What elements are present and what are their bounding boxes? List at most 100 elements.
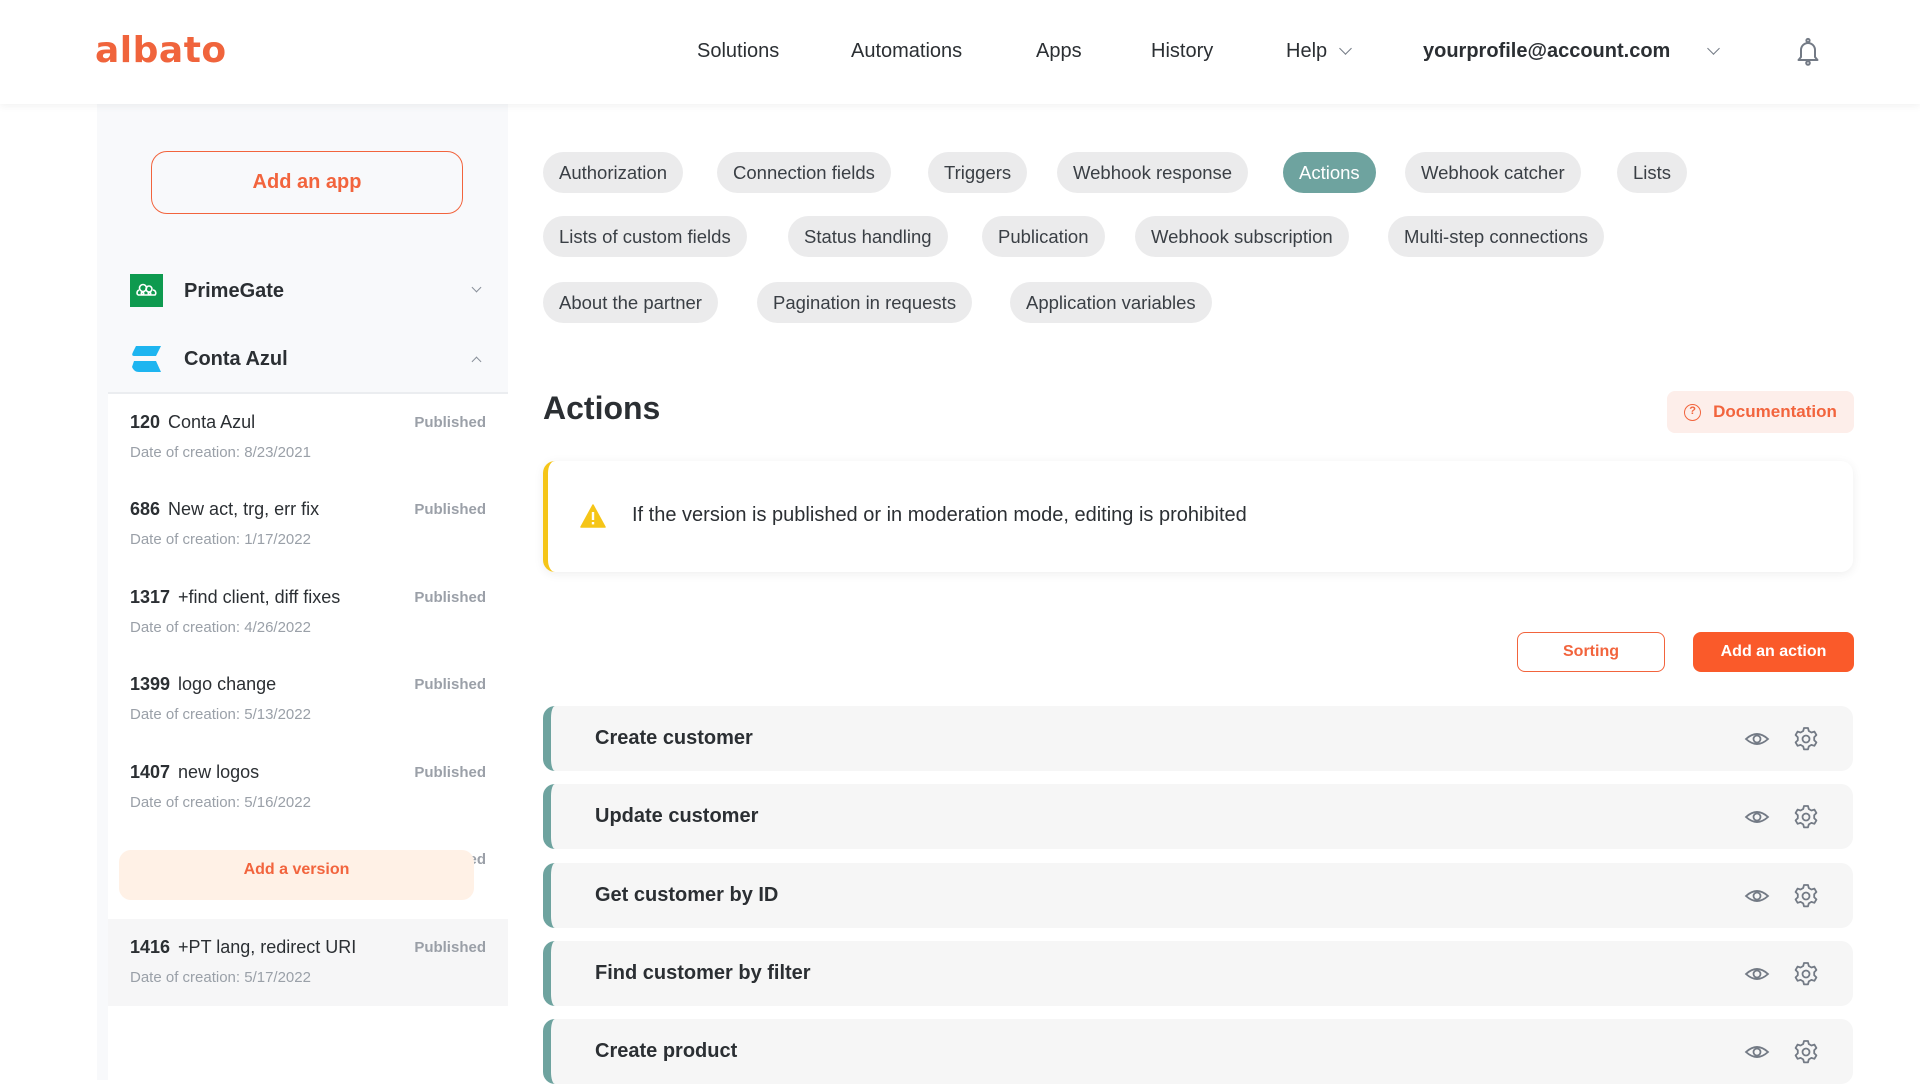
tab-authorization[interactable]: Authorization	[543, 152, 683, 193]
tab-pagination-in-requests[interactable]: Pagination in requests	[757, 282, 973, 323]
add-action-button[interactable]: Add an action	[1693, 632, 1854, 672]
eye-icon[interactable]	[1744, 726, 1770, 752]
action-row[interactable]: Create product	[543, 1019, 1853, 1084]
gear-icon[interactable]	[1793, 1039, 1819, 1065]
version-title: 1399 logo change	[130, 674, 276, 695]
action-row[interactable]: Get customer by ID	[543, 863, 1853, 928]
version-date: Date of creation: 1/17/2022	[130, 531, 311, 548]
page-title: Actions	[543, 390, 661, 426]
sidebar-app-conta-azul[interactable]: Conta Azul	[97, 334, 508, 384]
tab-actions[interactable]: Actions	[1283, 152, 1376, 193]
version-title: 120 Conta Azul	[130, 412, 255, 433]
tab-lists-of-custom-fields[interactable]: Lists of custom fields	[543, 216, 747, 257]
version-date: Date of creation: 5/13/2022	[130, 706, 311, 723]
version-name: new logos	[178, 762, 260, 782]
nav-help-label: Help	[1286, 40, 1328, 62]
chevron-down-icon[interactable]	[1707, 42, 1720, 55]
sorting-button[interactable]: Sorting	[1517, 632, 1665, 672]
chevron-up-icon[interactable]	[471, 356, 482, 367]
top-header: albato Solutions Automations Apps Histor…	[0, 0, 1920, 104]
sidebar: Add an app PrimeGate Conta Azul 120 Conta…	[97, 104, 508, 1080]
tab-webhook-response[interactable]: Webhook response	[1057, 152, 1249, 193]
add-version-button[interactable]: Add a version	[119, 850, 474, 900]
primegate-logo-icon	[130, 274, 163, 307]
nav-solutions[interactable]: Solutions	[697, 40, 779, 63]
nav-automations[interactable]: Automations	[851, 40, 962, 63]
version-name: +find client, diff fixes	[178, 587, 341, 607]
version-name: Conta Azul	[168, 412, 256, 432]
nav-apps[interactable]: Apps	[1036, 40, 1082, 63]
documentation-button[interactable]: ? Documentation	[1667, 391, 1854, 433]
tab-status-handling[interactable]: Status handling	[788, 216, 948, 257]
version-title: 1317 +find client, diff fixes	[130, 587, 340, 608]
version-title: 1416 +PT lang, redirect URI	[130, 937, 356, 958]
albato-logo[interactable]: albato	[95, 30, 227, 71]
eye-icon[interactable]	[1744, 804, 1770, 830]
bell-icon[interactable]	[1795, 37, 1821, 67]
account-email[interactable]: yourprofile@account.com	[1423, 40, 1670, 63]
gear-icon[interactable]	[1793, 883, 1819, 909]
nav-help[interactable]: Help	[1286, 40, 1353, 63]
add-app-button[interactable]: Add an app	[151, 151, 463, 214]
version-title: 686 New act, trg, err fix	[130, 499, 319, 520]
eye-icon[interactable]	[1744, 1039, 1770, 1065]
action-name: Get customer by ID	[595, 884, 779, 906]
tab-multi-step-connections[interactable]: Multi-step connections	[1388, 216, 1605, 257]
app-name: PrimeGate	[184, 279, 285, 302]
action-name: Create customer	[595, 727, 753, 749]
status-badge: Published	[414, 501, 486, 518]
version-item-selected[interactable]: 1416 +PT lang, redirect URI Date of creat…	[108, 919, 508, 1006]
action-row[interactable]: Find customer by filter	[543, 941, 1853, 1006]
warning-banner: If the version is published or in modera…	[543, 461, 1853, 572]
status-badge: Published	[414, 676, 486, 693]
status-badge: Published	[414, 939, 486, 956]
version-date: Date of creation: 5/17/2022	[130, 969, 311, 986]
tab-triggers[interactable]: Triggers	[928, 152, 1028, 193]
version-item[interactable]: 1407 new logos Date of creation: 5/16/202…	[108, 744, 508, 831]
action-row[interactable]: Create customer	[543, 706, 1853, 771]
tab-about-the-partner[interactable]: About the partner	[543, 282, 718, 323]
version-name: +PT lang, redirect URI	[178, 937, 357, 957]
gear-icon[interactable]	[1793, 726, 1819, 752]
status-badge: Published	[414, 589, 486, 606]
tab-application-variables[interactable]: Application variables	[1010, 282, 1212, 323]
status-badge: Published	[414, 764, 486, 781]
version-number: 1317	[130, 587, 171, 607]
tab-lists[interactable]: Lists	[1617, 152, 1688, 193]
version-number: 1416	[130, 937, 171, 957]
tab-publication[interactable]: Publication	[982, 216, 1105, 257]
tab-connection-fields[interactable]: Connection fields	[717, 152, 891, 193]
action-row[interactable]: Update customer	[543, 784, 1853, 849]
version-date: Date of creation: 5/16/2022	[130, 794, 311, 811]
version-item[interactable]: 1317 +find client, diff fixes Date of cre…	[108, 569, 508, 656]
version-list: 120 Conta Azul Date of creation: 8/23/202…	[108, 392, 508, 1080]
version-number: 1399	[130, 674, 171, 694]
eye-icon[interactable]	[1744, 961, 1770, 987]
status-badge: Published	[414, 414, 486, 431]
documentation-label: Documentation	[1713, 402, 1837, 421]
gear-icon[interactable]	[1793, 961, 1819, 987]
version-item[interactable]: 686 New act, trg, err fix Date of creatio…	[108, 481, 508, 568]
version-item[interactable]: 120 Conta Azul Date of creation: 8/23/202…	[108, 394, 508, 481]
version-name: New act, trg, err fix	[168, 499, 320, 519]
action-name: Create product	[595, 1040, 738, 1062]
sidebar-app-primegate[interactable]: PrimeGate	[97, 266, 508, 316]
chevron-down-icon[interactable]	[471, 282, 482, 293]
version-name: logo change	[178, 674, 277, 694]
conta-azul-logo-icon	[132, 346, 161, 372]
version-date: Date of creation: 8/23/2021	[130, 444, 311, 461]
action-name: Find customer by filter	[595, 962, 811, 984]
eye-icon[interactable]	[1744, 883, 1770, 909]
version-item[interactable]: 1399 logo change Date of creation: 5/13/2…	[108, 656, 508, 743]
gear-icon[interactable]	[1793, 804, 1819, 830]
version-number: 120	[130, 412, 161, 432]
tab-webhook-catcher[interactable]: Webhook catcher	[1405, 152, 1581, 193]
action-name: Update customer	[595, 805, 759, 827]
warning-text: If the version is published or in modera…	[632, 504, 1247, 526]
version-date: Date of creation: 4/26/2022	[130, 619, 311, 636]
version-title: 1407 new logos	[130, 762, 259, 783]
nav-history[interactable]: History	[1151, 40, 1213, 63]
tab-webhook-subscription[interactable]: Webhook subscription	[1135, 216, 1349, 257]
app-name: Conta Azul	[184, 347, 288, 370]
warning-triangle-icon	[580, 504, 606, 528]
